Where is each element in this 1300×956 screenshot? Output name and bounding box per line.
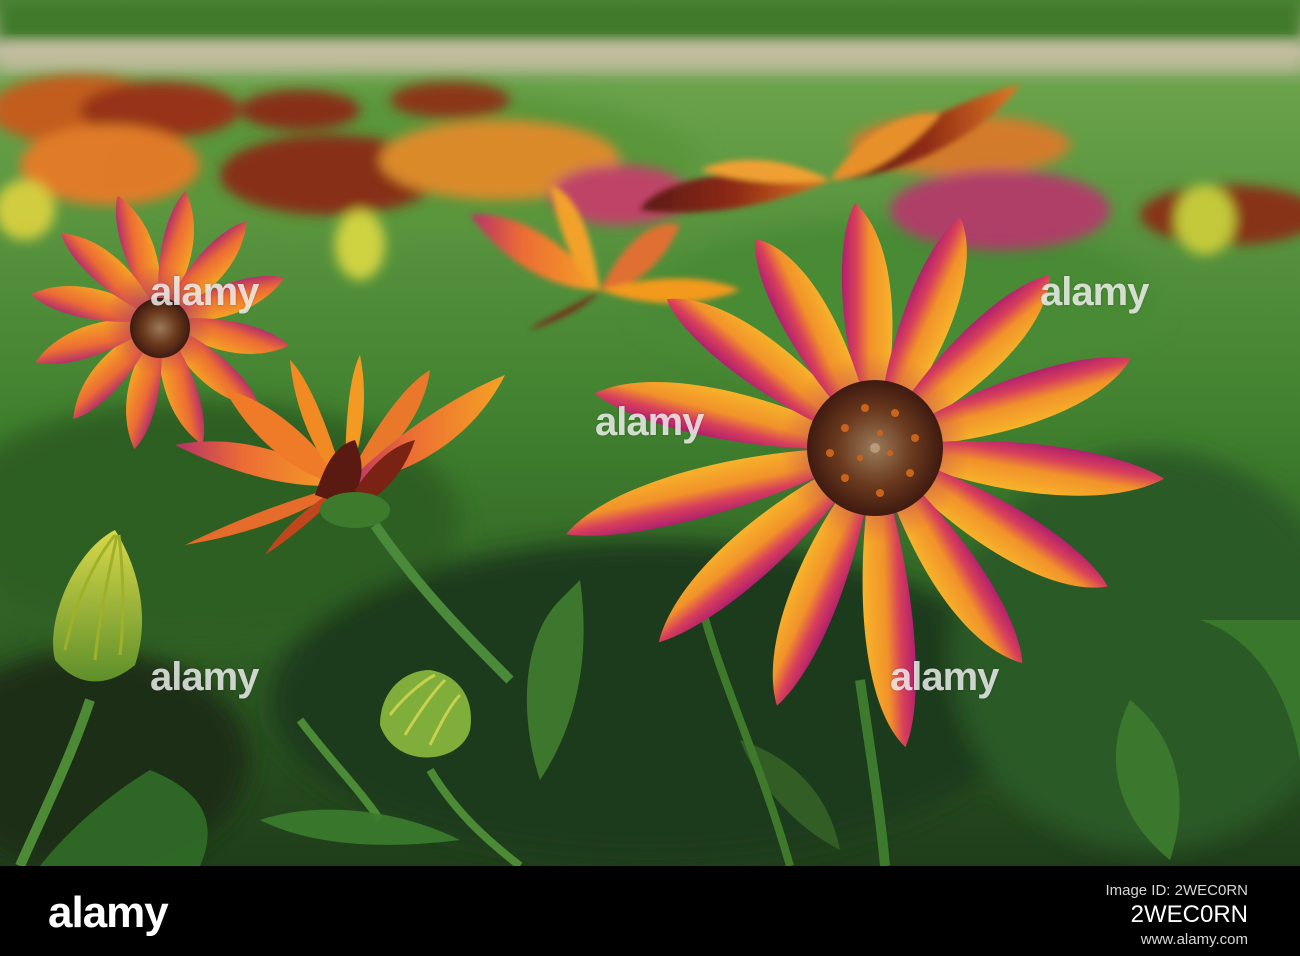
image-id-label: Image ID: 2WEC0RN [1105,882,1248,899]
watermark-text: alamy [595,400,704,444]
footer-bar: alamy Image ID: 2WEC0RN 2WEC0RN www.alam… [0,866,1300,956]
image-id: 2WEC0RN [1130,901,1248,928]
footer-info: Image ID: 2WEC0RN 2WEC0RN www.alamy.com [1105,882,1248,948]
footer-logo: alamy [48,888,169,937]
watermark-text: alamy [150,655,259,699]
daisy-photo: alamy alamy alamy alamy alamy [0,0,1300,866]
watermark-text: alamy [1040,270,1149,314]
stock-photo-page: alamy alamy alamy alamy alamy alamy Imag… [0,0,1300,956]
watermark-text: alamy [150,270,259,314]
watermark-text: alamy [890,655,999,699]
site-url: www.alamy.com [1140,931,1248,948]
